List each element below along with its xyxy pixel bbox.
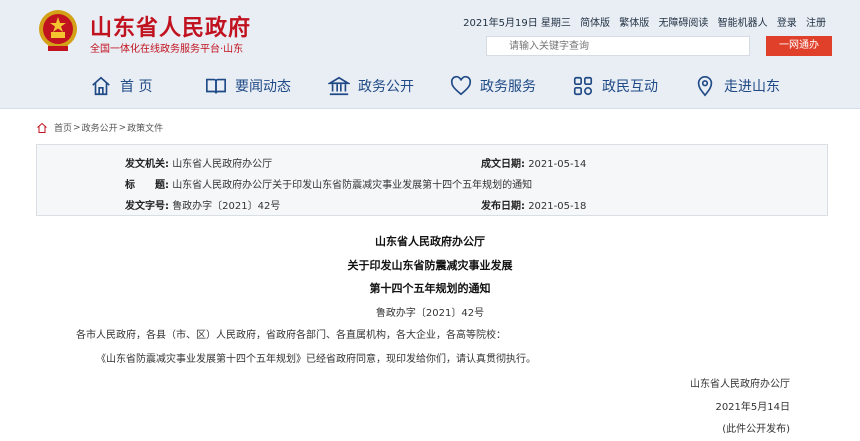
document-sign-date: 2021年5月14日 [715,402,790,413]
docno-label: 发文字号: [125,201,169,212]
publication-note: (此件公开发布) [722,424,790,435]
issuer-row: 发文机关: 山东省人民政府办公厅 [125,155,272,170]
simplified-link[interactable]: 简体版 [580,18,610,29]
nav-item-label: 政务公开 [358,79,414,95]
nav-item-label: 要闻动态 [235,79,291,95]
document-info-box: 发文机关: 山东省人民政府办公厅 成文日期: 2021-05-14 标 题: 山… [36,144,828,216]
issuer-label: 发文机关: [125,159,169,170]
docno-row: 发文字号: 鲁政办字〔2021〕42号 [125,197,280,212]
government-building-icon [328,76,350,96]
nav-item-interaction[interactable]: 政民互动 [572,72,658,100]
document-signature: 山东省人民政府办公厅 [690,379,790,390]
top-links: 2021年5月19日 星期三 简体版 繁体版 无障碍阅读 智能机器人 登录 注册 [457,14,826,29]
nav-item-label: 首 页 [120,79,153,95]
nav-item-label: 走进山东 [724,79,780,95]
breadcrumb-policy-documents[interactable]: 政策文件 [127,121,163,134]
issuer-value: 山东省人民政府办公厅 [172,159,273,170]
docno-value: 鲁政办字〔2021〕42号 [172,201,281,212]
robot-link[interactable]: 智能机器人 [718,18,768,29]
site-header: 山东省人民政府 全国一体化在线政务服务平台·山东 2021年5月19日 星期三 … [0,0,860,109]
current-date: 2021年5月19日 星期三 [463,18,571,29]
home-icon [92,76,110,96]
date-value: 2021-05-14 [528,159,587,170]
breadcrumb: 首页 > 政务公开 > 政策文件 [36,121,163,134]
breadcrumb-separator: > [73,122,81,133]
title-value: 山东省人民政府办公厅关于印发山东省防震减灾事业发展第十四个五年规划的通知 [172,180,533,191]
login-link[interactable]: 登录 [777,18,797,29]
heart-icon [450,75,472,96]
search-input[interactable] [486,36,750,56]
traditional-link[interactable]: 繁体版 [619,18,649,29]
book-icon [206,78,226,94]
national-emblem-icon [39,10,77,51]
pubdate-label: 发布日期: [481,201,525,212]
breadcrumb-home[interactable]: 首页 [54,121,72,134]
breadcrumb-open-government[interactable]: 政务公开 [82,121,118,134]
pubdate-row: 发布日期: 2021-05-18 [481,197,586,212]
search-button[interactable]: 一网通办 [766,36,832,56]
nav-item-open-government[interactable]: 政务公开 [328,72,414,100]
document-recipients: 各市人民政府，各县（市、区）人民政府，省政府各部门、各直属机构，各大企业，各高等… [76,330,506,341]
site-title[interactable]: 山东省人民政府 [90,10,251,42]
nav-item-about-shandong[interactable]: 走进山东 [694,72,780,100]
title-label: 标 题: [125,180,169,191]
document-heading-1: 山东省人民政府办公厅 [375,235,485,248]
site-subtitle[interactable]: 全国一体化在线政务服务平台·山东 [90,40,243,55]
home-icon [37,122,47,133]
nav-item-news[interactable]: 要闻动态 [205,72,291,100]
grid-icon [573,76,593,96]
main-nav: 首 页 要闻动态 政务公开 政务服务 政民互动 走进山东 [0,68,860,104]
document-heading-3: 第十四个五年规划的通知 [369,282,491,295]
nav-item-home[interactable]: 首 页 [90,72,152,100]
accessibility-link[interactable]: 无障碍阅读 [658,18,708,29]
document-number: 鲁政办字〔2021〕42号 [375,308,485,319]
date-row: 成文日期: 2021-05-14 [481,155,586,170]
document-heading-2: 关于印发山东省防震减灾事业发展 [347,259,513,272]
nav-item-label: 政务服务 [480,79,536,95]
document-body: 《山东省防震减灾事业发展第十四个五年规划》已经省政府同意，现印发给你们，请认真贯… [96,354,536,365]
title-row: 标 题: 山东省人民政府办公厅关于印发山东省防震减灾事业发展第十四个五年规划的通… [125,176,532,191]
pubdate-value: 2021-05-18 [528,201,587,212]
register-link[interactable]: 注册 [806,18,826,29]
location-pin-icon [697,76,713,97]
breadcrumb-separator: > [118,122,127,133]
nav-item-services[interactable]: 政务服务 [450,72,536,100]
nav-item-label: 政民互动 [602,79,658,95]
date-label: 成文日期: [481,159,525,170]
